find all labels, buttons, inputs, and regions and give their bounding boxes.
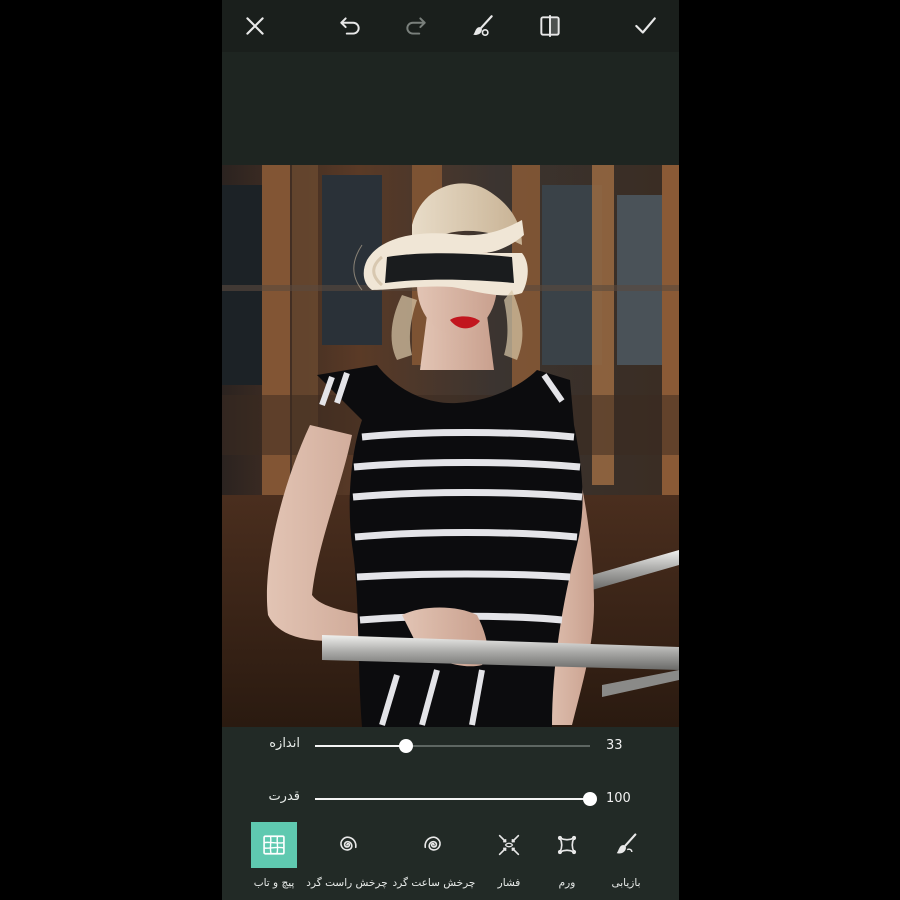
- tool-rotate-cw-label: چرخش راست گرد: [306, 877, 388, 889]
- strength-slider-fill: [315, 798, 590, 800]
- tool-bloat-icon-box: [544, 822, 590, 868]
- restore-brush-icon: [616, 833, 637, 854]
- swirl-cw-icon: [340, 836, 357, 851]
- tool-pinch-icon-box: [486, 822, 532, 868]
- tool-twirl-icon-box: [251, 822, 297, 868]
- tool-rotate-cw[interactable]: چرخش راست گرد: [306, 822, 388, 897]
- edited-photo[interactable]: [222, 165, 679, 727]
- strength-value: 100: [606, 791, 631, 806]
- strength-label: قدرت: [268, 789, 300, 804]
- strength-slider-thumb[interactable]: [583, 792, 597, 806]
- size-slider-thumb[interactable]: [398, 739, 413, 753]
- phone-screen: اندازه 33 قدرت 100 پیچ و تاب چرخش راست گ…: [222, 0, 679, 900]
- strength-slider-row: قدرت 100: [222, 783, 679, 813]
- compare-button[interactable]: [534, 10, 566, 42]
- redo-icon: [406, 17, 426, 35]
- tool-restore[interactable]: بازیابی: [588, 822, 664, 897]
- brush-icon: [473, 15, 493, 37]
- swirl-ccw-icon: [424, 836, 441, 851]
- checkmark-icon: [635, 17, 656, 34]
- tool-rotate-cw-icon-box: [324, 822, 370, 868]
- size-slider-row: اندازه 33: [222, 730, 679, 760]
- tool-restore-label: بازیابی: [611, 877, 641, 889]
- redo-button[interactable]: [400, 10, 432, 42]
- warp-grid-icon: [263, 835, 285, 855]
- compare-icon: [540, 15, 560, 37]
- pinch-icon: [498, 834, 520, 856]
- tool-rotate-ccw-icon-box: [411, 822, 457, 868]
- close-button[interactable]: [239, 10, 271, 42]
- tool-restore-icon-box: [603, 822, 649, 868]
- undo-icon: [340, 17, 360, 35]
- close-icon: [246, 17, 264, 35]
- size-slider-fill: [315, 745, 406, 747]
- canvas-margin: [222, 52, 679, 165]
- undo-button[interactable]: [334, 10, 366, 42]
- tool-controls-panel: اندازه 33 قدرت 100 پیچ و تاب چرخش راست گ…: [222, 727, 679, 900]
- photo-canvas: [222, 165, 679, 727]
- size-slider[interactable]: [315, 739, 590, 753]
- bloat-icon: [557, 835, 577, 855]
- size-label: اندازه: [269, 736, 300, 751]
- strength-slider[interactable]: [315, 792, 597, 806]
- top-toolbar: [222, 0, 679, 52]
- apply-button[interactable]: [629, 10, 661, 42]
- brush-button[interactable]: [467, 10, 499, 42]
- size-value: 33: [606, 738, 623, 753]
